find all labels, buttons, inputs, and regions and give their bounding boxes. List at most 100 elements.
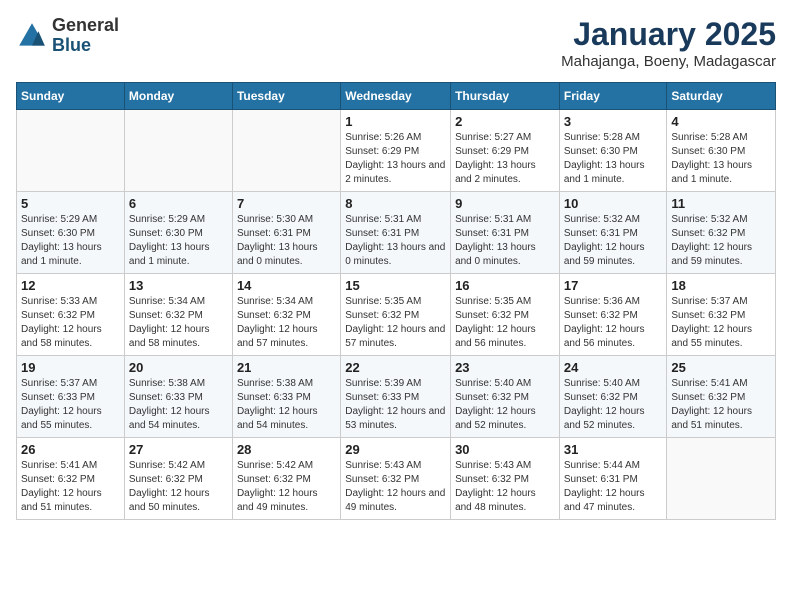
weekday-header-saturday: Saturday: [667, 83, 776, 110]
logo-general: General: [52, 16, 119, 36]
day-cell: 12 Sunrise: 5:33 AM Sunset: 6:32 PM Dayli…: [17, 274, 125, 356]
day-number: 15: [345, 278, 446, 293]
day-number: 21: [237, 360, 336, 375]
day-info: Sunrise: 5:34 AM Sunset: 6:32 PM Dayligh…: [129, 295, 228, 351]
day-cell: 9 Sunrise: 5:31 AM Sunset: 6:31 PM Daylig…: [451, 192, 560, 274]
day-info: Sunrise: 5:29 AM Sunset: 6:30 PM Dayligh…: [21, 213, 120, 269]
day-cell: 19 Sunrise: 5:37 AM Sunset: 6:33 PM Dayli…: [17, 356, 125, 438]
day-info: Sunrise: 5:36 AM Sunset: 6:32 PM Dayligh…: [564, 295, 663, 351]
day-number: 16: [455, 278, 555, 293]
day-cell: [17, 110, 125, 192]
day-number: 27: [129, 442, 228, 457]
day-cell: 23 Sunrise: 5:40 AM Sunset: 6:32 PM Dayli…: [451, 356, 560, 438]
day-cell: 8 Sunrise: 5:31 AM Sunset: 6:31 PM Daylig…: [341, 192, 451, 274]
day-cell: 16 Sunrise: 5:35 AM Sunset: 6:32 PM Dayli…: [451, 274, 560, 356]
day-info: Sunrise: 5:41 AM Sunset: 6:32 PM Dayligh…: [21, 459, 120, 515]
logo-text: General Blue: [52, 16, 119, 56]
day-number: 30: [455, 442, 555, 457]
calendar-title: January 2025: [561, 16, 776, 53]
day-number: 18: [671, 278, 771, 293]
day-number: 23: [455, 360, 555, 375]
day-cell: 29 Sunrise: 5:43 AM Sunset: 6:32 PM Dayli…: [341, 438, 451, 520]
day-info: Sunrise: 5:42 AM Sunset: 6:32 PM Dayligh…: [129, 459, 228, 515]
day-info: Sunrise: 5:31 AM Sunset: 6:31 PM Dayligh…: [455, 213, 555, 269]
day-info: Sunrise: 5:37 AM Sunset: 6:33 PM Dayligh…: [21, 377, 120, 433]
weekday-header-row: SundayMondayTuesdayWednesdayThursdayFrid…: [17, 83, 776, 110]
day-cell: 7Sunrise: 5:30 AM Sunset: 6:31 PM Daylig…: [232, 192, 340, 274]
day-info: Sunrise: 5:28 AM Sunset: 6:30 PM Dayligh…: [564, 131, 663, 187]
calendar-subtitle: Mahajanga, Boeny, Madagascar: [561, 53, 776, 70]
day-number: 14: [237, 278, 336, 293]
day-number: 13: [129, 278, 228, 293]
day-cell: 5 Sunrise: 5:29 AM Sunset: 6:30 PM Daylig…: [17, 192, 125, 274]
day-cell: 26 Sunrise: 5:41 AM Sunset: 6:32 PM Dayli…: [17, 438, 125, 520]
day-number: 11: [671, 196, 771, 211]
weekday-header-wednesday: Wednesday: [341, 83, 451, 110]
day-info: Sunrise: 5:33 AM Sunset: 6:32 PM Dayligh…: [21, 295, 120, 351]
day-cell: 2 Sunrise: 5:27 AM Sunset: 6:29 PM Daylig…: [451, 110, 560, 192]
day-number: 3: [564, 114, 663, 129]
day-info: Sunrise: 5:43 AM Sunset: 6:32 PM Dayligh…: [455, 459, 555, 515]
day-cell: 14 Sunrise: 5:34 AM Sunset: 6:32 PM Dayli…: [232, 274, 340, 356]
day-cell: 11 Sunrise: 5:32 AM Sunset: 6:32 PM Dayli…: [667, 192, 776, 274]
weekday-header-thursday: Thursday: [451, 83, 560, 110]
day-info: Sunrise: 5:32 AM Sunset: 6:31 PM Dayligh…: [564, 213, 663, 269]
day-cell: 6Sunrise: 5:29 AM Sunset: 6:30 PM Daylig…: [124, 192, 232, 274]
day-info: Sunrise: 5:39 AM Sunset: 6:33 PM Dayligh…: [345, 377, 446, 433]
day-info: Sunrise: 5:34 AM Sunset: 6:32 PM Dayligh…: [237, 295, 336, 351]
day-cell: 22 Sunrise: 5:39 AM Sunset: 6:33 PM Dayli…: [341, 356, 451, 438]
day-info: Sunrise: 5:43 AM Sunset: 6:32 PM Dayligh…: [345, 459, 446, 515]
day-info: Sunrise: 5:42 AM Sunset: 6:32 PM Dayligh…: [237, 459, 336, 515]
day-cell: 25Sunrise: 5:41 AM Sunset: 6:32 PM Dayli…: [667, 356, 776, 438]
weekday-header-tuesday: Tuesday: [232, 83, 340, 110]
day-cell: 18 Sunrise: 5:37 AM Sunset: 6:32 PM Dayli…: [667, 274, 776, 356]
day-cell: 30 Sunrise: 5:43 AM Sunset: 6:32 PM Dayli…: [451, 438, 560, 520]
day-info: Sunrise: 5:31 AM Sunset: 6:31 PM Dayligh…: [345, 213, 446, 269]
week-row-1: 5 Sunrise: 5:29 AM Sunset: 6:30 PM Daylig…: [17, 192, 776, 274]
day-number: 2: [455, 114, 555, 129]
week-row-3: 19 Sunrise: 5:37 AM Sunset: 6:33 PM Dayli…: [17, 356, 776, 438]
logo: General Blue: [16, 16, 119, 56]
day-number: 1: [345, 114, 446, 129]
day-info: Sunrise: 5:40 AM Sunset: 6:32 PM Dayligh…: [455, 377, 555, 433]
day-number: 26: [21, 442, 120, 457]
day-number: 12: [21, 278, 120, 293]
day-info: Sunrise: 5:30 AM Sunset: 6:31 PM Dayligh…: [237, 213, 336, 269]
day-cell: 15 Sunrise: 5:35 AM Sunset: 6:32 PM Dayli…: [341, 274, 451, 356]
day-cell: 20Sunrise: 5:38 AM Sunset: 6:33 PM Dayli…: [124, 356, 232, 438]
day-cell: 31Sunrise: 5:44 AM Sunset: 6:31 PM Dayli…: [559, 438, 667, 520]
logo-icon: [16, 20, 48, 52]
day-cell: [124, 110, 232, 192]
day-info: Sunrise: 5:35 AM Sunset: 6:32 PM Dayligh…: [345, 295, 446, 351]
day-number: 31: [564, 442, 663, 457]
calendar-table: SundayMondayTuesdayWednesdayThursdayFrid…: [16, 82, 776, 520]
day-number: 17: [564, 278, 663, 293]
day-cell: [232, 110, 340, 192]
day-info: Sunrise: 5:35 AM Sunset: 6:32 PM Dayligh…: [455, 295, 555, 351]
day-cell: 3 Sunrise: 5:28 AM Sunset: 6:30 PM Daylig…: [559, 110, 667, 192]
weekday-header-sunday: Sunday: [17, 83, 125, 110]
weekday-header-monday: Monday: [124, 83, 232, 110]
day-number: 6: [129, 196, 228, 211]
day-info: Sunrise: 5:27 AM Sunset: 6:29 PM Dayligh…: [455, 131, 555, 187]
day-number: 8: [345, 196, 446, 211]
page-header: General Blue January 2025 Mahajanga, Boe…: [16, 16, 776, 70]
day-number: 5: [21, 196, 120, 211]
day-number: 24: [564, 360, 663, 375]
day-number: 10: [564, 196, 663, 211]
day-cell: 13 Sunrise: 5:34 AM Sunset: 6:32 PM Dayli…: [124, 274, 232, 356]
day-info: Sunrise: 5:38 AM Sunset: 6:33 PM Dayligh…: [237, 377, 336, 433]
week-row-0: 1 Sunrise: 5:26 AM Sunset: 6:29 PM Daylig…: [17, 110, 776, 192]
day-number: 25: [671, 360, 771, 375]
day-info: Sunrise: 5:32 AM Sunset: 6:32 PM Dayligh…: [671, 213, 771, 269]
day-info: Sunrise: 5:26 AM Sunset: 6:29 PM Dayligh…: [345, 131, 446, 187]
day-number: 29: [345, 442, 446, 457]
day-info: Sunrise: 5:40 AM Sunset: 6:32 PM Dayligh…: [564, 377, 663, 433]
day-info: Sunrise: 5:37 AM Sunset: 6:32 PM Dayligh…: [671, 295, 771, 351]
day-number: 19: [21, 360, 120, 375]
day-cell: 1 Sunrise: 5:26 AM Sunset: 6:29 PM Daylig…: [341, 110, 451, 192]
week-row-4: 26 Sunrise: 5:41 AM Sunset: 6:32 PM Dayli…: [17, 438, 776, 520]
day-number: 22: [345, 360, 446, 375]
day-number: 9: [455, 196, 555, 211]
day-number: 4: [671, 114, 771, 129]
